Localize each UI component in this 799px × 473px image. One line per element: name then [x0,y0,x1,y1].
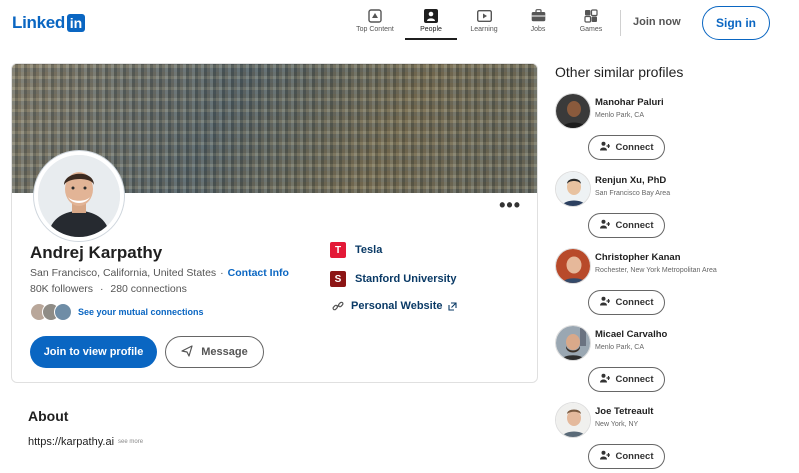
nav-item-learning[interactable]: Learning [461,8,507,38]
connect-button[interactable]: Connect [588,213,665,238]
similar-profile-name[interactable]: Manohar Paluri [595,97,664,108]
add-person-icon [599,219,610,232]
add-person-icon [599,373,610,386]
similar-profile-card[interactable]: Christopher Kanan Rochester, New York Me… [555,248,795,324]
top-nav: Linked in Top Content People Learning Jo… [0,0,799,44]
connect-label: Connect [615,374,654,385]
nav-label: Learning [470,26,498,33]
connect-button[interactable]: Connect [588,444,665,469]
sign-in-button[interactable]: Sign in [702,6,770,40]
logo-in-box: in [67,14,85,32]
similar-profile-card[interactable]: Manohar Paluri Menlo Park, CA Connect [555,93,795,169]
about-heading: About [28,408,69,424]
similar-profile-location: New York, NY [595,421,639,428]
similar-profile-name[interactable]: Joe Tetreault [595,406,653,417]
message-button[interactable]: Message [165,336,264,368]
add-person-icon [599,141,610,154]
tesla-logo-icon: T [330,242,346,258]
separator: · [99,283,104,295]
see-more-link[interactable]: see more [118,439,143,445]
personal-website-link[interactable]: Personal Website [330,298,457,314]
profile-name: Andrej Karpathy [30,243,163,262]
nav-item-people[interactable]: People [405,8,457,40]
nav-label: Top Content [356,26,394,33]
nav-item-top-content[interactable]: Top Content [352,8,398,38]
more-options-button[interactable]: ••• [499,196,521,214]
profile-location-line: San Francisco, California, United States… [30,267,289,279]
profile-avatar[interactable] [34,151,124,241]
contact-info-link[interactable]: Contact Info [228,267,289,279]
similar-profile-card[interactable]: Joe Tetreault New York, NY Connect [555,402,795,473]
similar-profile-name[interactable]: Micael Carvalho [595,329,667,340]
about-content: https://karpathy.ai see more [28,436,143,448]
message-label: Message [201,346,248,358]
add-person-icon [599,450,610,463]
nav-divider [620,10,621,36]
similar-profile-location: Menlo Park, CA [595,344,645,351]
experience-label: Personal Website [351,300,443,312]
followers-count: 80K followers [30,283,94,295]
nav-item-jobs[interactable]: Jobs [515,8,561,38]
games-icon [583,8,599,23]
logo-wordmark: Linked [12,13,65,32]
add-person-icon [599,296,610,309]
connect-label: Connect [615,297,654,308]
mutual-connections-link[interactable]: See your mutual connections [30,303,204,321]
connections-count: 280 connections [110,283,187,295]
mutual-connections-label: See your mutual connections [78,307,204,317]
top-content-icon [367,8,383,23]
similar-profile-location: San Francisco Bay Area [595,190,671,197]
learning-icon [476,8,492,23]
about-website-link[interactable]: https://karpathy.ai [28,436,114,448]
connect-label: Connect [615,142,654,153]
send-icon [181,344,193,360]
similar-profile-card[interactable]: Micael Carvalho Menlo Park, CA Connect [555,325,795,401]
external-link-icon [447,301,457,311]
join-now-link[interactable]: Join now [633,16,681,28]
experience-tesla[interactable]: T Tesla [330,242,382,258]
join-to-view-profile-button[interactable]: Join to view profile [30,336,157,368]
linkedin-logo[interactable]: Linked in [12,12,85,34]
profile-location: San Francisco, California, United States [30,267,217,279]
similar-profile-name[interactable]: Renjun Xu, PhD [595,175,666,186]
mutual-avatars [30,303,72,321]
link-icon [330,298,346,314]
avatar[interactable] [555,93,591,129]
avatar[interactable] [555,325,591,361]
separator: · [220,267,224,279]
connect-label: Connect [615,451,654,462]
profile-card: ••• Andrej Karpathy San Francisco, Calif… [11,63,538,383]
experience-label: Stanford University [355,273,457,285]
avatar [54,303,72,321]
experience-label: Tesla [355,244,383,256]
nav-label: Games [579,26,603,33]
avatar[interactable] [555,171,591,207]
avatar[interactable] [555,402,591,438]
similar-profile-card[interactable]: Renjun Xu, PhD San Francisco Bay Area Co… [555,171,795,247]
nav-label: People [420,26,442,33]
avatar[interactable] [555,248,591,284]
connect-button[interactable]: Connect [588,290,665,315]
jobs-icon [530,8,546,23]
connect-button[interactable]: Connect [588,135,665,160]
people-icon [423,8,439,23]
connect-button[interactable]: Connect [588,367,665,392]
stanford-logo-icon: S [330,271,346,287]
nav-label: Jobs [530,26,546,33]
similar-profiles-heading: Other similar profiles [555,64,684,80]
similar-profile-location: Menlo Park, CA [595,112,645,119]
connect-label: Connect [615,220,654,231]
nav-item-games[interactable]: Games [568,8,614,38]
experience-stanford[interactable]: S Stanford University [330,271,456,287]
similar-profile-location: Rochester, New York Metropolitan Area [595,267,717,274]
similar-profile-name[interactable]: Christopher Kanan [595,252,681,263]
profile-stats: 80K followers · 280 connections [30,283,187,295]
